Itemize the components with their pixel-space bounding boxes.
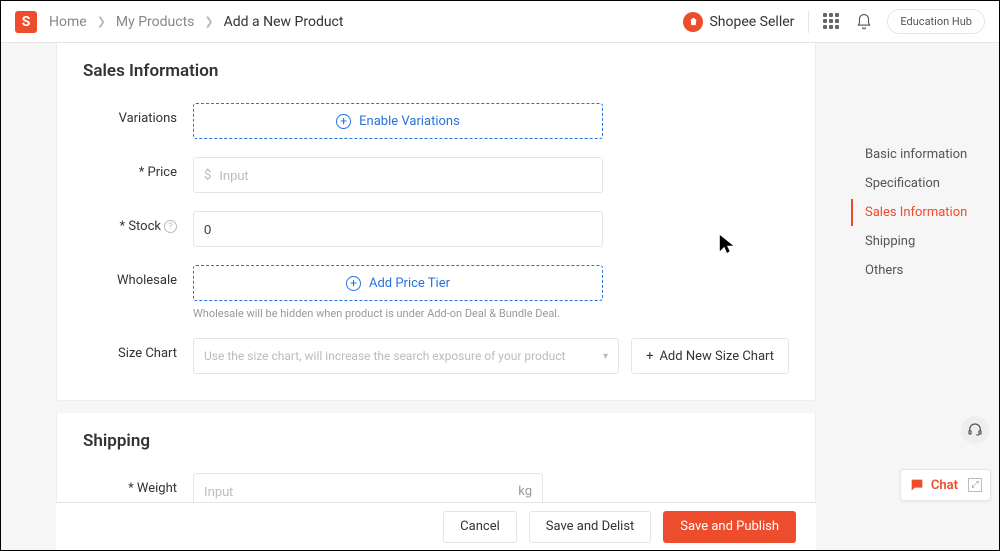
chevron-down-icon: ▾ bbox=[603, 351, 608, 362]
weight-unit: kg bbox=[518, 484, 532, 499]
plus-circle-icon: + bbox=[346, 276, 361, 291]
stock-row: * Stock? bbox=[83, 211, 789, 247]
add-size-chart-button[interactable]: + Add New Size Chart bbox=[631, 338, 789, 374]
chat-label: Chat bbox=[931, 478, 958, 493]
save-and-delist-button[interactable]: Save and Delist bbox=[529, 511, 652, 543]
section-title: Shipping bbox=[83, 431, 789, 451]
breadcrumb-my-products[interactable]: My Products bbox=[116, 14, 195, 30]
variations-label: Variations bbox=[83, 103, 193, 126]
size-chart-select[interactable]: Use the size chart, will increase the se… bbox=[193, 338, 619, 374]
cancel-button[interactable]: Cancel bbox=[443, 511, 517, 543]
price-label: * Price bbox=[83, 157, 193, 180]
seller-brand-label: Shopee Seller bbox=[709, 14, 794, 30]
stock-label: * Stock? bbox=[83, 211, 193, 234]
price-input-wrapper: $ bbox=[193, 157, 603, 193]
size-chart-label: Size Chart bbox=[83, 338, 193, 361]
plus-icon: + bbox=[646, 349, 653, 364]
chevron-right-icon: ❯ bbox=[97, 15, 106, 28]
add-size-chart-label: Add New Size Chart bbox=[659, 349, 774, 364]
footer-bar: Cancel Save and Delist Save and Publish bbox=[56, 502, 816, 550]
sales-information-card: Sales Information Variations + Enable Va… bbox=[56, 43, 816, 401]
stock-input[interactable] bbox=[204, 212, 592, 246]
header-right: Shopee Seller Education Hub bbox=[683, 9, 985, 34]
stock-input-wrapper bbox=[193, 211, 603, 247]
seller-brand[interactable]: Shopee Seller bbox=[683, 12, 794, 32]
price-input[interactable] bbox=[219, 158, 592, 192]
add-price-tier-button[interactable]: + Add Price Tier bbox=[193, 265, 603, 301]
top-header: S Home ❯ My Products ❯ Add a New Product… bbox=[1, 1, 999, 43]
price-row: * Price $ bbox=[83, 157, 789, 193]
section-title: Sales Information bbox=[83, 61, 789, 81]
add-price-tier-label: Add Price Tier bbox=[369, 276, 450, 291]
breadcrumb-current: Add a New Product bbox=[224, 14, 344, 30]
currency-prefix: $ bbox=[204, 168, 211, 183]
enable-variations-button[interactable]: + Enable Variations bbox=[193, 103, 603, 139]
size-chart-row: Size Chart Use the size chart, will incr… bbox=[83, 338, 789, 374]
breadcrumb: Home ❯ My Products ❯ Add a New Product bbox=[47, 14, 345, 30]
wholesale-row: Wholesale + Add Price Tier Wholesale wil… bbox=[83, 265, 789, 320]
chat-widget[interactable]: Chat ⤢ bbox=[900, 469, 991, 501]
weight-label: * Weight bbox=[83, 473, 193, 496]
wholesale-label: Wholesale bbox=[83, 265, 193, 288]
size-chart-placeholder: Use the size chart, will increase the se… bbox=[204, 349, 565, 363]
plus-circle-icon: + bbox=[336, 114, 351, 129]
shopee-bag-icon bbox=[683, 12, 703, 32]
main-column: Sales Information Variations + Enable Va… bbox=[1, 43, 821, 550]
save-and-publish-button[interactable]: Save and Publish bbox=[663, 511, 796, 543]
nav-shipping[interactable]: Shipping bbox=[851, 228, 999, 255]
enable-variations-label: Enable Variations bbox=[359, 114, 460, 129]
divider bbox=[808, 11, 809, 33]
wholesale-hint: Wholesale will be hidden when product is… bbox=[193, 307, 789, 320]
apps-grid-icon[interactable] bbox=[823, 13, 841, 31]
education-hub-button[interactable]: Education Hub bbox=[887, 9, 985, 34]
nav-others[interactable]: Others bbox=[851, 257, 999, 284]
expand-icon[interactable]: ⤢ bbox=[968, 478, 982, 492]
notifications-bell-icon[interactable] bbox=[855, 13, 873, 31]
nav-basic-information[interactable]: Basic information bbox=[851, 141, 999, 168]
chat-icon bbox=[909, 477, 925, 493]
shopee-logo-icon[interactable]: S bbox=[15, 11, 37, 33]
header-left: S Home ❯ My Products ❯ Add a New Product bbox=[15, 11, 345, 33]
page-canvas: Sales Information Variations + Enable Va… bbox=[1, 43, 999, 550]
help-icon[interactable]: ? bbox=[164, 220, 177, 233]
nav-sales-information[interactable]: Sales Information bbox=[851, 199, 999, 226]
breadcrumb-home[interactable]: Home bbox=[49, 14, 87, 30]
variations-row: Variations + Enable Variations bbox=[83, 103, 789, 139]
nav-specification[interactable]: Specification bbox=[851, 170, 999, 197]
chevron-right-icon: ❯ bbox=[204, 15, 213, 28]
support-headset-icon[interactable] bbox=[961, 416, 989, 444]
